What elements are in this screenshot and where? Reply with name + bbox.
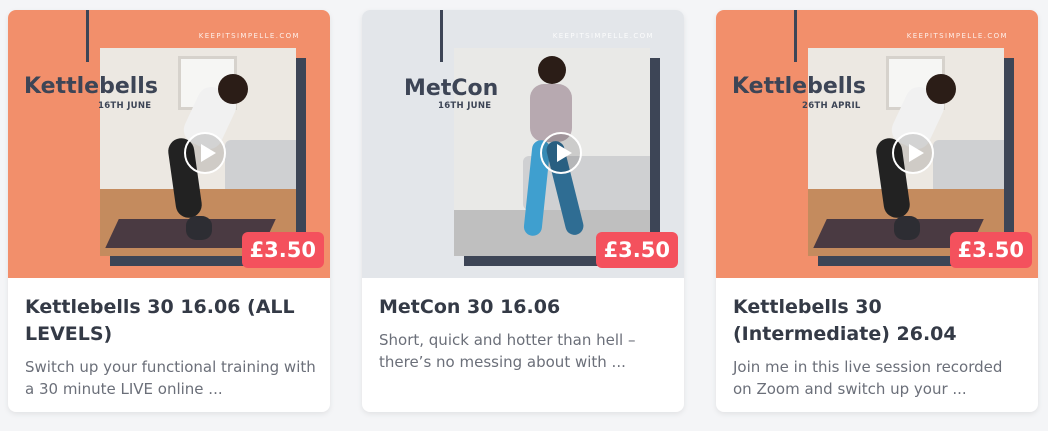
play-icon[interactable] [184, 132, 226, 174]
video-thumbnail[interactable]: Kettlebells 26TH APRIL KEEPITSIMPELLE.CO… [716, 10, 1038, 278]
card-body: MetCon 30 16.06 Short, quick and hotter … [379, 294, 670, 373]
thumbnail-title: Kettlebells [732, 74, 866, 99]
thumbnail-date: 16TH JUNE [98, 101, 152, 111]
thumbnail-date: 16TH JUNE [438, 101, 492, 111]
product-card-1[interactable]: Kettlebells 16TH JUNE KEEPITSIMPELLE.COM… [8, 10, 330, 412]
site-watermark: KEEPITSIMPELLE.COM [906, 32, 1008, 40]
card-description: Short, quick and hotter than hell – ther… [379, 331, 636, 371]
thumbnail-title: MetCon [404, 76, 499, 101]
card-title[interactable]: Kettlebells 30 (Intermediate) 26.04 [733, 294, 1024, 348]
play-icon[interactable] [540, 132, 582, 174]
product-card-2[interactable]: MetCon 16TH JUNE KEEPITSIMPELLE.COM £3.5… [362, 10, 684, 412]
card-description: Switch up your functional training with … [25, 358, 316, 398]
video-thumbnail[interactable]: MetCon 16TH JUNE KEEPITSIMPELLE.COM £3.5… [362, 10, 684, 278]
video-thumbnail[interactable]: Kettlebells 16TH JUNE KEEPITSIMPELLE.COM… [8, 10, 330, 278]
price-badge: £3.50 [949, 232, 1032, 268]
site-watermark: KEEPITSIMPELLE.COM [198, 32, 300, 40]
card-body: Kettlebells 30 (Intermediate) 26.04 Join… [733, 294, 1024, 400]
thumbnail-title: Kettlebells [24, 74, 158, 99]
play-icon[interactable] [892, 132, 934, 174]
decorative-line [86, 10, 89, 62]
product-card-3[interactable]: Kettlebells 26TH APRIL KEEPITSIMPELLE.CO… [716, 10, 1038, 412]
price-badge: £3.50 [241, 232, 324, 268]
price-badge: £3.50 [595, 232, 678, 268]
thumbnail-date: 26TH APRIL [802, 101, 861, 111]
decorative-line [794, 10, 797, 62]
card-body: Kettlebells 30 16.06 (ALL LEVELS) Switch… [25, 294, 316, 400]
decorative-line [440, 10, 443, 62]
site-watermark: KEEPITSIMPELLE.COM [552, 32, 654, 40]
card-title[interactable]: MetCon 30 16.06 [379, 294, 670, 321]
card-description: Join me in this live session recorded on… [733, 358, 1003, 398]
card-title[interactable]: Kettlebells 30 16.06 (ALL LEVELS) [25, 294, 316, 348]
